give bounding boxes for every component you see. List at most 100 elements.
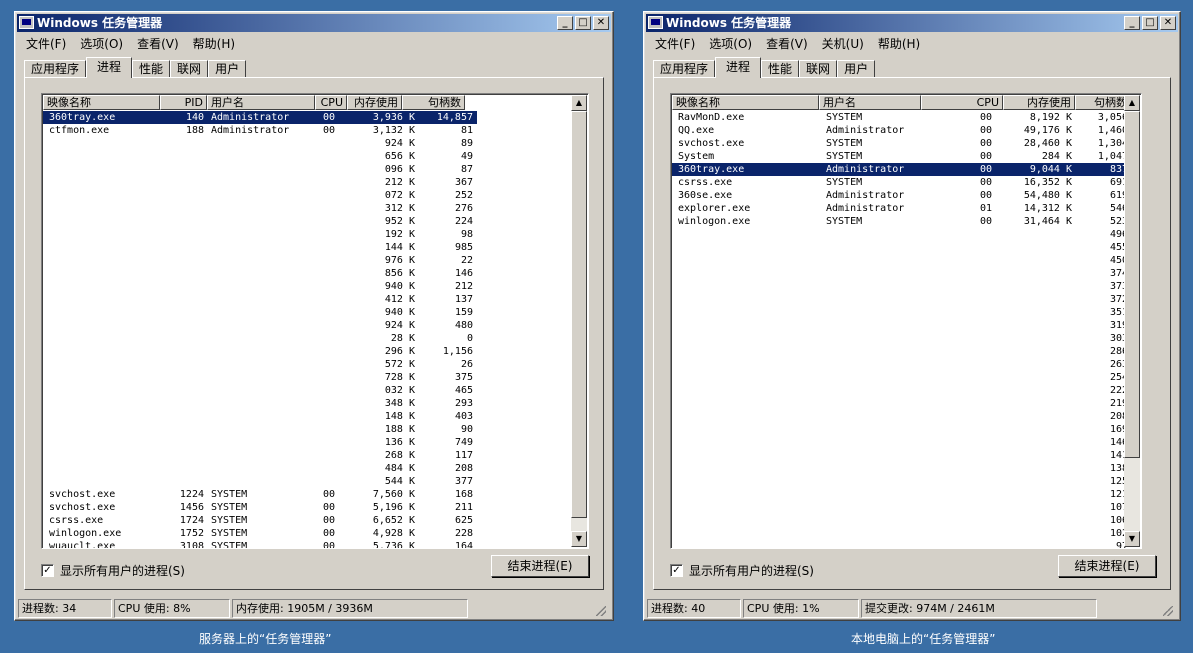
table-row[interactable]: 268 K 117 (43, 449, 477, 462)
table-row[interactable]: ctfmon.exe 188 Administrator 00 3,132 K 81 (43, 124, 477, 137)
table-row[interactable]: 940 K 159 (43, 306, 477, 319)
table-row[interactable]: 303 (672, 332, 1132, 345)
table-row[interactable]: 372 (672, 293, 1132, 306)
close-button[interactable]: ✕ (1160, 16, 1176, 30)
table-row[interactable]: RavMonD.exe SYSTEM 00 8,192 K 3,056 (672, 111, 1132, 124)
table-row[interactable]: 856 K 146 (43, 267, 477, 280)
col-cpu[interactable]: CPU (315, 95, 347, 110)
table-row[interactable]: 296 K 1,156 (43, 345, 477, 358)
table-row[interactable]: 976 K 22 (43, 254, 477, 267)
tab-users[interactable]: 用户 (837, 60, 876, 78)
process-list[interactable]: 映像名称 PID 用户名 CPU 内存使用 句柄数 360tray.exe 140… (41, 93, 589, 549)
table-row[interactable]: QQ.exe Administrator 00 49,176 K 1,460 (672, 124, 1132, 137)
tab-applications[interactable]: 应用程序 (653, 60, 716, 78)
col-pid[interactable]: PID (160, 95, 207, 110)
menu-help[interactable]: 帮助(H) (871, 35, 927, 52)
col-handles[interactable]: 句柄数 (402, 95, 465, 110)
tab-processes[interactable]: 进程 (86, 57, 133, 78)
table-row[interactable]: 072 K 252 (43, 189, 477, 202)
table-row[interactable]: 360tray.exe 140 Administrator 00 3,936 K 14,8… (43, 111, 477, 124)
table-row[interactable]: wuauclt.exe 3108 SYSTEM 00 5,736 K 164 (43, 540, 477, 548)
process-list[interactable]: 映像名称 用户名 CPU 内存使用 句柄数 RavMonD.exe SYSTEM 0… (670, 93, 1142, 549)
maximize-button[interactable]: □ (575, 16, 591, 30)
table-row[interactable]: 107 (672, 501, 1132, 514)
table-row[interactable]: 348 K 293 (43, 397, 477, 410)
table-row[interactable]: 450 (672, 254, 1132, 267)
table-row[interactable]: 319 (672, 319, 1132, 332)
table-row[interactable]: 924 K 89 (43, 137, 477, 150)
maximize-button[interactable]: □ (1142, 16, 1158, 30)
table-row[interactable]: 121 (672, 488, 1132, 501)
table-row[interactable]: 373 (672, 280, 1132, 293)
scroll-down-arrow-icon[interactable]: ▼ (571, 531, 587, 547)
menu-shutdown[interactable]: 关机(U) (815, 35, 871, 52)
menu-options[interactable]: 选项(O) (702, 35, 759, 52)
table-row[interactable]: 544 K 377 (43, 475, 477, 488)
table-row[interactable]: 412 K 137 (43, 293, 477, 306)
col-mem-usage[interactable]: 内存使用 (347, 95, 402, 110)
menu-view[interactable]: 查看(V) (130, 35, 186, 52)
table-row[interactable]: csrss.exe 1724 SYSTEM 00 6,652 K 625 (43, 514, 477, 527)
title-bar[interactable]: Windows 任务管理器 _ □ ✕ (17, 14, 611, 32)
table-row[interactable]: 219 (672, 397, 1132, 410)
col-mem-usage[interactable]: 内存使用 (1003, 95, 1075, 110)
table-row[interactable]: svchost.exe 1456 SYSTEM 00 5,196 K 211 (43, 501, 477, 514)
table-row[interactable]: 496 (672, 228, 1132, 241)
table-row[interactable]: 952 K 224 (43, 215, 477, 228)
title-bar[interactable]: Windows 任务管理器 _ □ ✕ (646, 14, 1178, 32)
table-row[interactable]: csrss.exe SYSTEM 00 16,352 K 691 (672, 176, 1132, 189)
menu-help[interactable]: 帮助(H) (186, 35, 242, 52)
table-row[interactable]: 141 (672, 449, 1132, 462)
table-row[interactable]: 144 K 985 (43, 241, 477, 254)
table-row[interactable]: 728 K 375 (43, 371, 477, 384)
scroll-up-arrow-icon[interactable]: ▲ (1124, 95, 1140, 111)
table-row[interactable]: 484 K 208 (43, 462, 477, 475)
minimize-button[interactable]: _ (1124, 16, 1140, 30)
minimize-button[interactable]: _ (557, 16, 573, 30)
vertical-scrollbar[interactable]: ▲ ▼ (571, 95, 587, 547)
table-row[interactable]: 169 (672, 423, 1132, 436)
table-row[interactable]: explorer.exe Administrator 01 14,312 K 546 (672, 202, 1132, 215)
table-row[interactable]: 208 (672, 410, 1132, 423)
close-button[interactable]: ✕ (593, 16, 609, 30)
table-row[interactable]: 351 (672, 306, 1132, 319)
col-image-name[interactable]: 映像名称 (43, 95, 160, 110)
table-row[interactable]: 096 K 87 (43, 163, 477, 176)
table-row[interactable]: 138 (672, 462, 1132, 475)
table-row[interactable]: 106 (672, 514, 1132, 527)
table-row[interactable]: winlogon.exe SYSTEM 00 31,464 K 523 (672, 215, 1132, 228)
col-username[interactable]: 用户名 (819, 95, 921, 110)
table-row[interactable]: 940 K 212 (43, 280, 477, 293)
menu-file[interactable]: 文件(F) (648, 35, 702, 52)
menu-view[interactable]: 查看(V) (759, 35, 815, 52)
table-row[interactable]: svchost.exe 1224 SYSTEM 00 7,560 K 168 (43, 488, 477, 501)
table-row[interactable]: 125 (672, 475, 1132, 488)
table-row[interactable]: 254 (672, 371, 1132, 384)
end-process-button[interactable]: 结束进程(E) (1058, 555, 1156, 577)
table-row[interactable]: 924 K 480 (43, 319, 477, 332)
table-row[interactable]: 102 (672, 527, 1132, 540)
menu-file[interactable]: 文件(F) (19, 35, 73, 52)
table-row[interactable]: 360tray.exe Administrator 00 9,044 K 837 (672, 163, 1132, 176)
table-row[interactable]: System SYSTEM 00 284 K 1,047 (672, 150, 1132, 163)
table-row[interactable]: 032 K 465 (43, 384, 477, 397)
col-username[interactable]: 用户名 (207, 95, 315, 110)
tab-users[interactable]: 用户 (208, 60, 247, 78)
table-row[interactable]: 212 K 367 (43, 176, 477, 189)
show-all-users-checkbox[interactable]: ✓ 显示所有用户的进程(S) (670, 562, 814, 579)
show-all-users-checkbox[interactable]: ✓ 显示所有用户的进程(S) (41, 562, 185, 579)
table-row[interactable]: 97 (672, 540, 1132, 548)
col-image-name[interactable]: 映像名称 (672, 95, 819, 110)
table-row[interactable]: 360se.exe Administrator 00 54,480 K 619 (672, 189, 1132, 202)
resize-grip-icon[interactable] (1099, 599, 1175, 618)
tab-networking[interactable]: 联网 (799, 60, 838, 78)
table-row[interactable]: 188 K 90 (43, 423, 477, 436)
tab-applications[interactable]: 应用程序 (24, 60, 87, 78)
vertical-scrollbar[interactable]: ▲ ▼ (1124, 95, 1140, 547)
table-row[interactable]: 656 K 49 (43, 150, 477, 163)
scroll-down-arrow-icon[interactable]: ▼ (1124, 531, 1140, 547)
tab-processes[interactable]: 进程 (715, 57, 762, 78)
col-cpu[interactable]: CPU (921, 95, 1003, 110)
col-handles[interactable]: 句柄数 (1075, 95, 1131, 110)
table-row[interactable]: 572 K 26 (43, 358, 477, 371)
